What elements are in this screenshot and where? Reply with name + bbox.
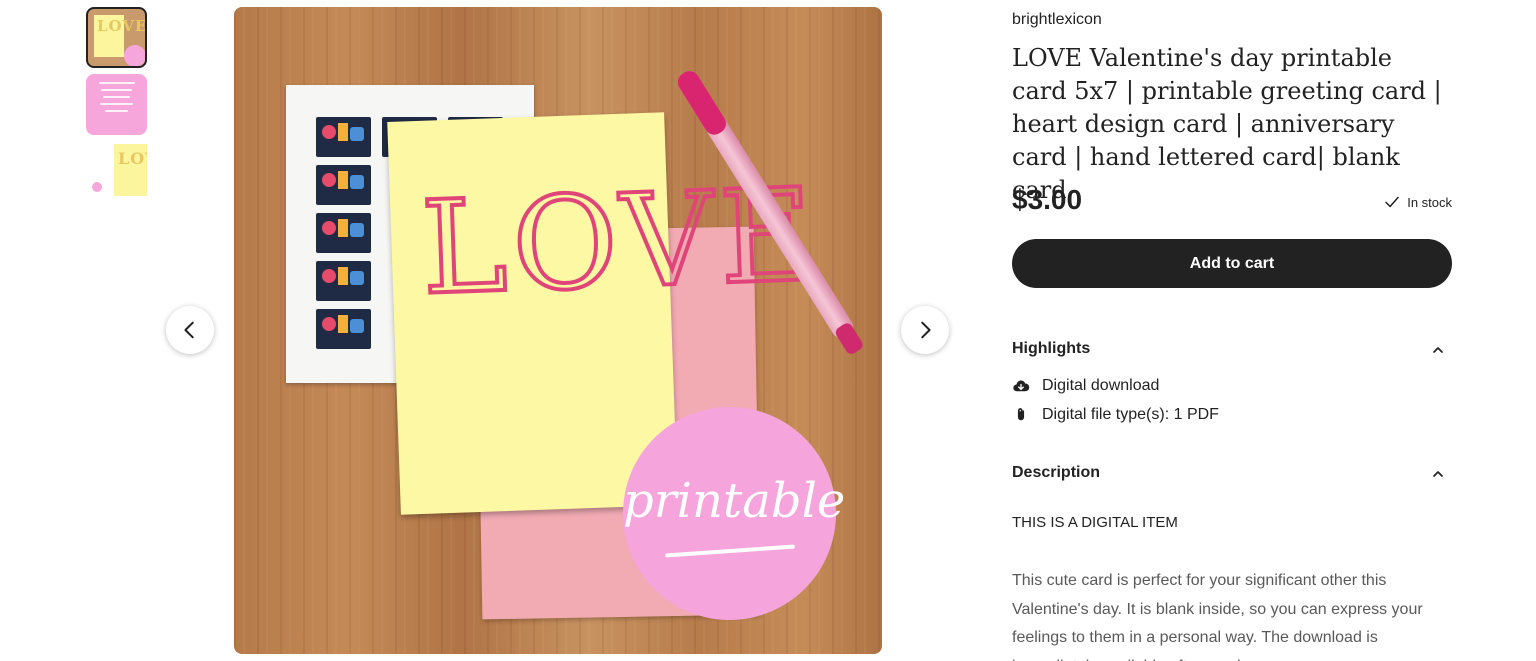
- thumbnail-text-lines: [94, 82, 139, 117]
- previous-image-button[interactable]: [166, 306, 214, 354]
- description-heading: Description: [1012, 464, 1101, 481]
- thumbnail-love-text: LOVE: [118, 149, 147, 168]
- card-love-text: LOVE: [417, 159, 824, 326]
- listing-title: LOVE Valentine's day printable card 5x7 …: [1012, 44, 1442, 204]
- add-to-cart-button[interactable]: Add to cart: [1012, 239, 1452, 288]
- badge-underline: [665, 544, 795, 558]
- main-product-image: LOVE printable: [234, 7, 882, 654]
- badge-text: printable: [623, 473, 846, 529]
- highlights-heading: Highlights: [1012, 340, 1091, 357]
- chevron-left-icon: [184, 321, 194, 339]
- description-body: This cute card is perfect for your signi…: [1012, 572, 1423, 661]
- checkmark-icon: [1385, 196, 1399, 208]
- highlights-toggle[interactable]: Highlights: [1012, 340, 1452, 358]
- chevron-up-icon: [1433, 471, 1443, 477]
- price: $3.00: [1012, 184, 1083, 215]
- love-card: LOVE: [387, 112, 824, 515]
- shop-name-link[interactable]: brightlexicon: [1012, 11, 1102, 29]
- stock-status-text: In stock: [1407, 194, 1452, 210]
- highlight-digital-download: Digital download: [1012, 377, 1159, 395]
- description-caption: THIS IS A DIGITAL ITEM: [1012, 514, 1178, 531]
- thumbnail-1[interactable]: LOVE: [86, 7, 147, 68]
- cloud-download-icon: [1013, 380, 1030, 392]
- description-toggle[interactable]: Description: [1012, 464, 1452, 482]
- thumbnail-badge: [92, 182, 102, 192]
- chevron-right-icon: [921, 321, 931, 339]
- printable-badge: printable: [623, 407, 846, 620]
- thumbnail-2[interactable]: [86, 74, 147, 135]
- stock-status: In stock: [1383, 193, 1452, 211]
- highlight-file-type: Digital file type(s): 1 PDF: [1012, 406, 1219, 424]
- highlight-text: Digital download: [1042, 377, 1160, 394]
- next-image-button[interactable]: [901, 306, 949, 354]
- paperclip-icon: [1017, 408, 1025, 421]
- chevron-up-icon: [1433, 347, 1443, 353]
- thumbnail-badge: [124, 45, 145, 66]
- highlight-text: Digital file type(s): 1 PDF: [1042, 406, 1219, 423]
- thumbnail-love-text: LOVE: [97, 17, 147, 35]
- thumbnail-3[interactable]: LOVE: [86, 144, 147, 206]
